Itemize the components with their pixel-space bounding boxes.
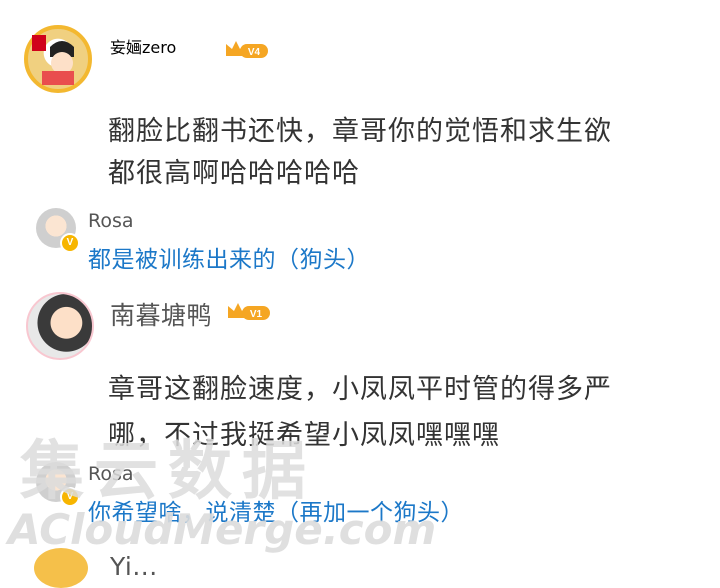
username[interactable]: 妄婳zero [110, 34, 176, 58]
user-avatar[interactable] [26, 292, 94, 360]
watermark-en: ACloudMerge.com [8, 505, 437, 554]
level-badge: V4 [224, 38, 270, 60]
level-badge: V1 [226, 300, 272, 322]
crown-level-icon: V4 [226, 41, 268, 58]
comment-1: 妄婳zero V4 翻脸比翻书还快，章哥你的觉悟和求生欲 都很高啊哈哈哈哈哈 V… [0, 0, 720, 280]
crown-level-icon: V1 [228, 303, 270, 320]
comment-text-line-1: 翻脸比翻书还快，章哥你的觉悟和求生欲 [108, 116, 612, 147]
reply-text: 都是被训练出来的（狗头） [88, 247, 370, 273]
username[interactable]: 南暮塘鸭 [110, 296, 212, 332]
level-text: V4 [248, 47, 261, 58]
watermark-cn: 集云数据 [20, 435, 316, 509]
verified-badge-icon: V [60, 233, 80, 253]
user-avatar[interactable] [24, 25, 92, 93]
avatar-illustration-icon [32, 35, 74, 85]
reply-username[interactable]: Rosa [88, 210, 134, 232]
comment-text-line-2: 都很高啊哈哈哈哈哈 [108, 158, 360, 189]
level-text: V1 [250, 309, 263, 320]
next-comment-username[interactable]: Yi... [110, 552, 158, 581]
next-comment-avatar[interactable] [34, 548, 88, 588]
comment-text-line-1: 章哥这翻脸速度，小凤凤平时管的得多严 [108, 374, 612, 405]
